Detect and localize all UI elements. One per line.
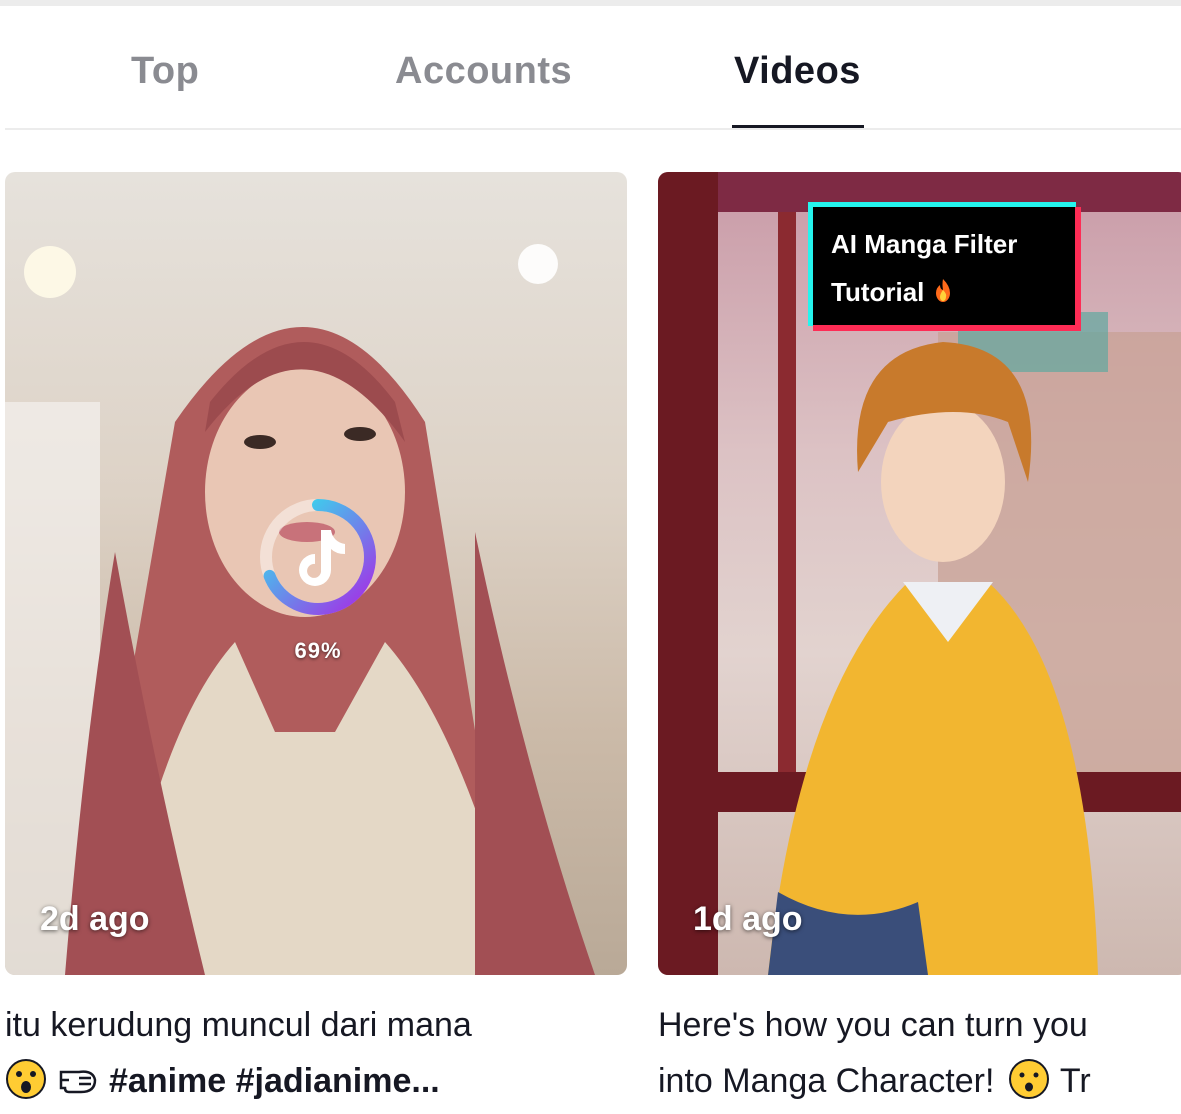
caption-text: itu kerudung muncul dari mana [5,1006,472,1044]
caption-text-tail: Tr [1059,1062,1091,1100]
overlay-title: AI Manga Filter [831,229,1018,259]
hushed-face-icon [1008,1059,1049,1099]
overlay-subtitle: Tutorial [831,277,954,308]
fist-punch-icon [59,1070,97,1094]
tab-top[interactable]: Top [131,50,199,104]
video-text-overlay: AI Manga Filter Tutorial [813,207,1081,331]
caption-text-2: into Manga Character! [658,1062,995,1100]
hashtag-jadianime[interactable]: #jadianime... [236,1062,440,1100]
tiktok-logo-icon [299,530,345,586]
fire-icon [935,279,950,302]
overlay-subtitle-text: Tutorial [831,277,925,307]
caption-line-2: #anime #jadianime... [5,1053,605,1109]
loading-percent: 69% [294,638,342,663]
video-caption-2[interactable]: Here's how you can turn you into Manga C… [658,997,1181,1109]
video-timestamp: 1d ago [693,900,803,938]
video-caption-1[interactable]: itu kerudung muncul dari mana #anime #ja… [5,997,605,1109]
caption-line-2: into Manga Character! Tr [658,1053,1181,1109]
tabs-divider [5,128,1181,130]
tab-accounts[interactable]: Accounts [395,50,572,104]
hashtag-anime[interactable]: #anime [109,1062,226,1100]
video-timestamp: 2d ago [40,900,150,938]
search-tabs: Top Accounts Videos [0,0,1181,130]
loading-spinner [260,499,376,615]
tab-videos[interactable]: Videos [734,50,861,104]
astonished-face-icon [6,1059,46,1099]
video-card-1[interactable]: 69% 2d ago [5,172,627,975]
caption-text: Here's how you can turn you [658,1006,1088,1044]
video-card-2[interactable]: AI Manga Filter Tutorial 1d ago [658,172,1181,975]
